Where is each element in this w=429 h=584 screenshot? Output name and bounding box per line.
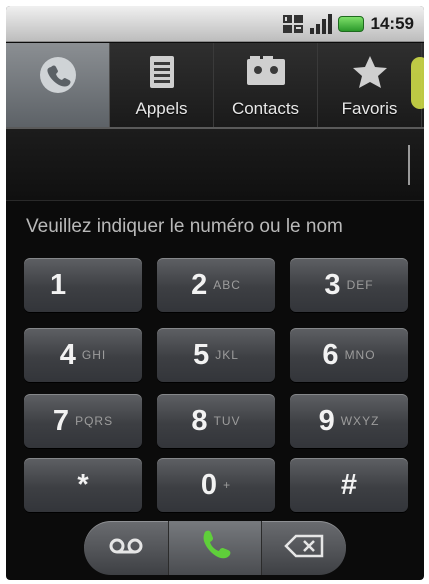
tab-contacts[interactable]: Contacts	[214, 43, 318, 127]
key-0[interactable]: 0 +	[157, 458, 275, 512]
key-4[interactable]: 4 GHI	[24, 328, 142, 382]
key-letters: ABC	[213, 278, 241, 292]
delete-button[interactable]	[262, 521, 346, 575]
key-star[interactable]: *	[24, 458, 142, 512]
voicemail-icon	[108, 536, 144, 560]
key-digit: 7	[52, 404, 70, 437]
key-2[interactable]: 2 ABC	[157, 258, 275, 312]
key-letters: WXYZ	[340, 414, 380, 428]
tab-phone[interactable]	[6, 43, 110, 127]
key-digit: 8	[191, 404, 208, 437]
key-digit: 6	[322, 338, 339, 371]
tab-label: Contacts	[231, 99, 300, 118]
key-letters: JKL	[215, 348, 239, 362]
key-digit: 5	[193, 338, 210, 371]
key-digit: 3	[324, 268, 341, 301]
key-letters: DEF	[346, 278, 374, 292]
tab-calls[interactable]: Appels	[110, 43, 214, 127]
tab-label: Appels	[135, 99, 188, 118]
key-letters: GHI	[81, 348, 107, 362]
key-digit: 1	[50, 268, 67, 301]
phone-icon	[38, 55, 78, 99]
key-1[interactable]: 1	[24, 258, 142, 312]
phone-icon	[197, 528, 233, 568]
tab-label: Favoris	[341, 99, 398, 118]
key-5[interactable]: 5 JKL	[157, 328, 275, 382]
status-icons: 14:59	[282, 12, 414, 36]
phone-screen: 14:59 Appels Contacts Favoris Veuillez i…	[6, 6, 424, 580]
key-7[interactable]: 7 PQRS	[24, 394, 142, 448]
sim-icon	[282, 14, 304, 34]
call-log-icon	[147, 55, 177, 93]
status-bar: 14:59	[6, 6, 424, 42]
status-time: 14:59	[370, 14, 414, 33]
key-letters: TUV	[213, 414, 241, 428]
key-digit: #	[340, 468, 358, 501]
key-letters: PQRS	[75, 414, 114, 428]
scroll-edge-indicator	[411, 57, 424, 109]
backspace-icon	[284, 534, 324, 562]
key-hash[interactable]: #	[290, 458, 408, 512]
key-digit: 4	[59, 338, 76, 371]
text-cursor	[408, 145, 410, 185]
tab-bar: Appels Contacts Favoris	[6, 43, 424, 129]
key-letters: +	[223, 478, 232, 492]
key-9[interactable]: 9 WXYZ	[290, 394, 408, 448]
key-letters: MNO	[344, 348, 376, 362]
number-input[interactable]	[6, 129, 424, 201]
key-3[interactable]: 3 DEF	[290, 258, 408, 312]
key-digit: *	[77, 468, 89, 501]
contacts-icon	[246, 55, 286, 91]
key-digit: 2	[191, 268, 208, 301]
battery-icon	[337, 16, 364, 32]
dialer-hint: Veuillez indiquer le numéro ou le nom	[26, 216, 343, 237]
key-8[interactable]: 8 TUV	[157, 394, 275, 448]
tab-favorites[interactable]: Favoris	[318, 43, 424, 127]
key-digit: 9	[318, 404, 335, 437]
dialer-action-bar	[84, 521, 346, 575]
signal-icon	[309, 14, 333, 34]
star-icon	[352, 55, 388, 93]
key-6[interactable]: 6 MNO	[290, 328, 408, 382]
call-button[interactable]	[167, 521, 263, 575]
key-digit: 0	[200, 468, 218, 501]
voicemail-button[interactable]	[84, 521, 168, 575]
